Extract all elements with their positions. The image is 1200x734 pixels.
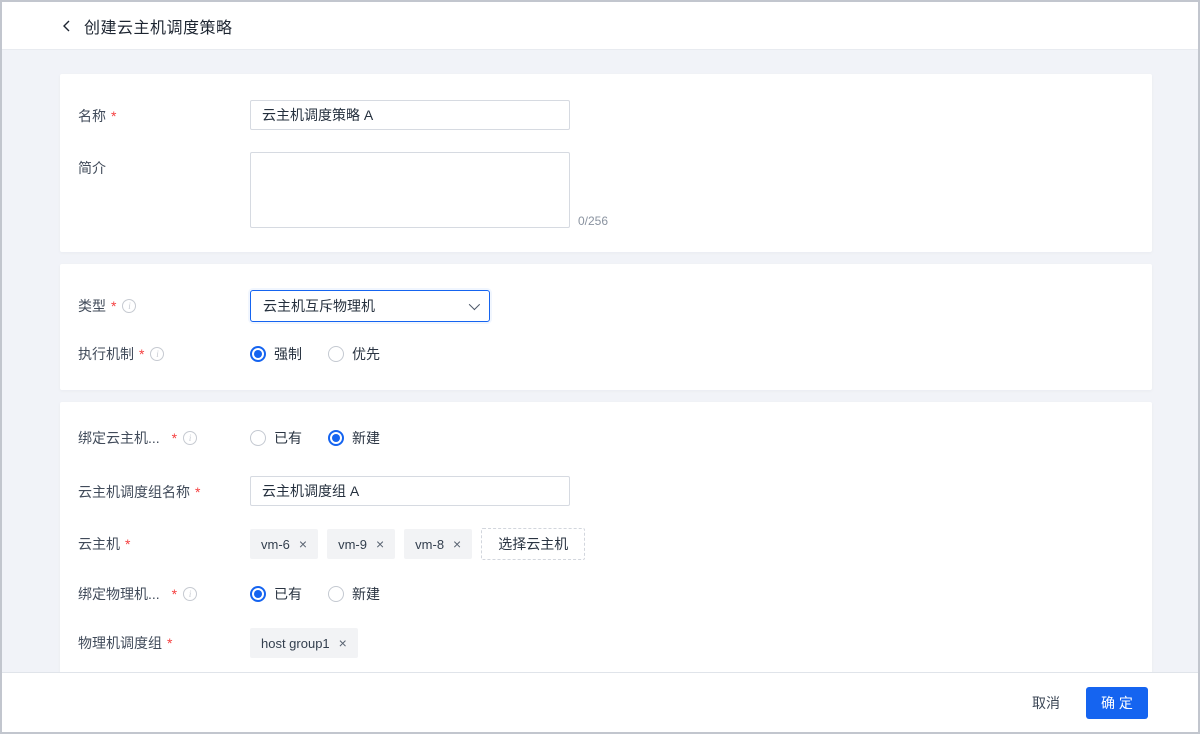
info-icon[interactable]: i [150, 347, 164, 361]
bind-host-row: 绑定物理机... * i 已有 新建 [78, 584, 1128, 604]
name-input[interactable] [250, 100, 570, 130]
required-mark: * [111, 298, 116, 314]
page-header: 创建云主机调度策略 [2, 2, 1198, 50]
radio-dot [328, 346, 344, 362]
radio-label: 已有 [274, 584, 302, 604]
remove-tag-icon[interactable]: × [299, 537, 307, 551]
vm-tag: vm-9 × [327, 529, 395, 559]
info-icon[interactable]: i [183, 587, 197, 601]
radio-dot [328, 430, 344, 446]
cancel-button[interactable]: 取消 [1032, 693, 1060, 713]
mechanism-label: 执行机制 * i [78, 344, 250, 364]
radio-dot [250, 586, 266, 602]
vm-tag: vm-8 × [404, 529, 472, 559]
type-select[interactable]: 云主机互斥物理机 [250, 290, 490, 322]
vm-tags-row: 云主机 * vm-6 × vm-9 × vm-8 × [78, 528, 1128, 560]
vm-label-text: 云主机 [78, 534, 120, 554]
required-mark: * [111, 108, 116, 124]
radio-mechanism-priority[interactable]: 优先 [328, 344, 380, 364]
bind-vm-label-text: 绑定云主机... [78, 428, 160, 448]
back-button[interactable] [60, 19, 74, 33]
radio-label: 强制 [274, 344, 302, 364]
type-label: 类型 * i [78, 290, 250, 316]
name-label: 名称 * [78, 100, 250, 126]
confirm-button[interactable]: 确 定 [1086, 687, 1148, 719]
radio-bind-vm-new[interactable]: 新建 [328, 428, 380, 448]
required-mark: * [125, 536, 130, 552]
required-mark: * [167, 635, 172, 651]
vm-tag: vm-6 × [250, 529, 318, 559]
info-icon[interactable]: i [122, 299, 136, 313]
host-group-label-text: 物理机调度组 [78, 633, 162, 653]
host-tag-list: host group1 × [250, 628, 358, 658]
radio-label: 新建 [352, 428, 380, 448]
char-counter: 0/256 [578, 214, 608, 228]
description-label: 简介 [78, 152, 250, 178]
radio-bind-host-existing[interactable]: 已有 [250, 584, 302, 604]
vm-group-name-label: 云主机调度组名称 * [78, 476, 250, 502]
radio-label: 已有 [274, 428, 302, 448]
remove-tag-icon[interactable]: × [376, 537, 384, 551]
radio-label: 新建 [352, 584, 380, 604]
radio-mechanism-force[interactable]: 强制 [250, 344, 302, 364]
host-group-row: 物理机调度组 * host group1 × [78, 628, 1128, 658]
select-vm-button[interactable]: 选择云主机 [481, 528, 585, 560]
mechanism-row: 执行机制 * i 强制 优先 [78, 344, 1128, 364]
description-textarea[interactable] [250, 152, 570, 228]
type-select-value: 云主机互斥物理机 [263, 296, 375, 316]
required-mark: * [195, 484, 200, 500]
description-row: 简介 0/256 [78, 152, 1128, 228]
bind-host-label-text: 绑定物理机... [78, 584, 160, 604]
required-mark: * [172, 430, 177, 446]
mechanism-radio-group: 强制 优先 [250, 344, 380, 364]
description-label-text: 简介 [78, 158, 106, 178]
card-type-mechanism: 类型 * i 云主机互斥物理机 执行机制 * i [60, 264, 1152, 390]
vm-tag-label: vm-8 [415, 537, 444, 552]
chevron-left-icon [60, 19, 74, 33]
vm-tag-label: vm-9 [338, 537, 367, 552]
vm-tag-list: vm-6 × vm-9 × vm-8 × 选择云主机 [250, 528, 585, 560]
bind-host-label: 绑定物理机... * i [78, 584, 250, 604]
description-field-wrap: 0/256 [250, 152, 608, 228]
info-icon[interactable]: i [183, 431, 197, 445]
radio-dot [328, 586, 344, 602]
remove-tag-icon[interactable]: × [453, 537, 461, 551]
host-tag: host group1 × [250, 628, 358, 658]
radio-bind-host-new[interactable]: 新建 [328, 584, 380, 604]
vm-group-name-input[interactable] [250, 476, 570, 506]
required-mark: * [172, 586, 177, 602]
card-bindings: 绑定云主机... * i 已有 新建 云主机调度组 [60, 402, 1152, 672]
remove-tag-icon[interactable]: × [339, 636, 347, 650]
radio-label: 优先 [352, 344, 380, 364]
type-label-text: 类型 [78, 296, 106, 316]
card-basic-info: 名称 * 简介 0/256 [60, 74, 1152, 252]
host-group-label: 物理机调度组 * [78, 633, 250, 653]
bind-vm-row: 绑定云主机... * i 已有 新建 [78, 428, 1128, 448]
name-label-text: 名称 [78, 106, 106, 126]
create-scheduling-policy-page: 创建云主机调度策略 名称 * 简介 0/256 [0, 0, 1200, 734]
bind-host-radio-group: 已有 新建 [250, 584, 380, 604]
vm-tag-label: vm-6 [261, 537, 290, 552]
radio-bind-vm-existing[interactable]: 已有 [250, 428, 302, 448]
mechanism-label-text: 执行机制 [78, 344, 134, 364]
page-title: 创建云主机调度策略 [84, 14, 233, 38]
form-body: 名称 * 简介 0/256 类型 * i [2, 50, 1198, 672]
name-row: 名称 * [78, 100, 1128, 130]
host-tag-label: host group1 [261, 636, 330, 651]
chevron-down-icon [469, 299, 480, 310]
type-row: 类型 * i 云主机互斥物理机 [78, 290, 1128, 322]
vm-group-name-label-text: 云主机调度组名称 [78, 482, 190, 502]
bind-vm-radio-group: 已有 新建 [250, 428, 380, 448]
vm-group-name-row: 云主机调度组名称 * [78, 476, 1128, 506]
bind-vm-label: 绑定云主机... * i [78, 428, 250, 448]
required-mark: * [139, 346, 144, 362]
action-bar: 取消 确 定 [2, 672, 1198, 732]
radio-dot [250, 346, 266, 362]
vm-label: 云主机 * [78, 534, 250, 554]
radio-dot [250, 430, 266, 446]
